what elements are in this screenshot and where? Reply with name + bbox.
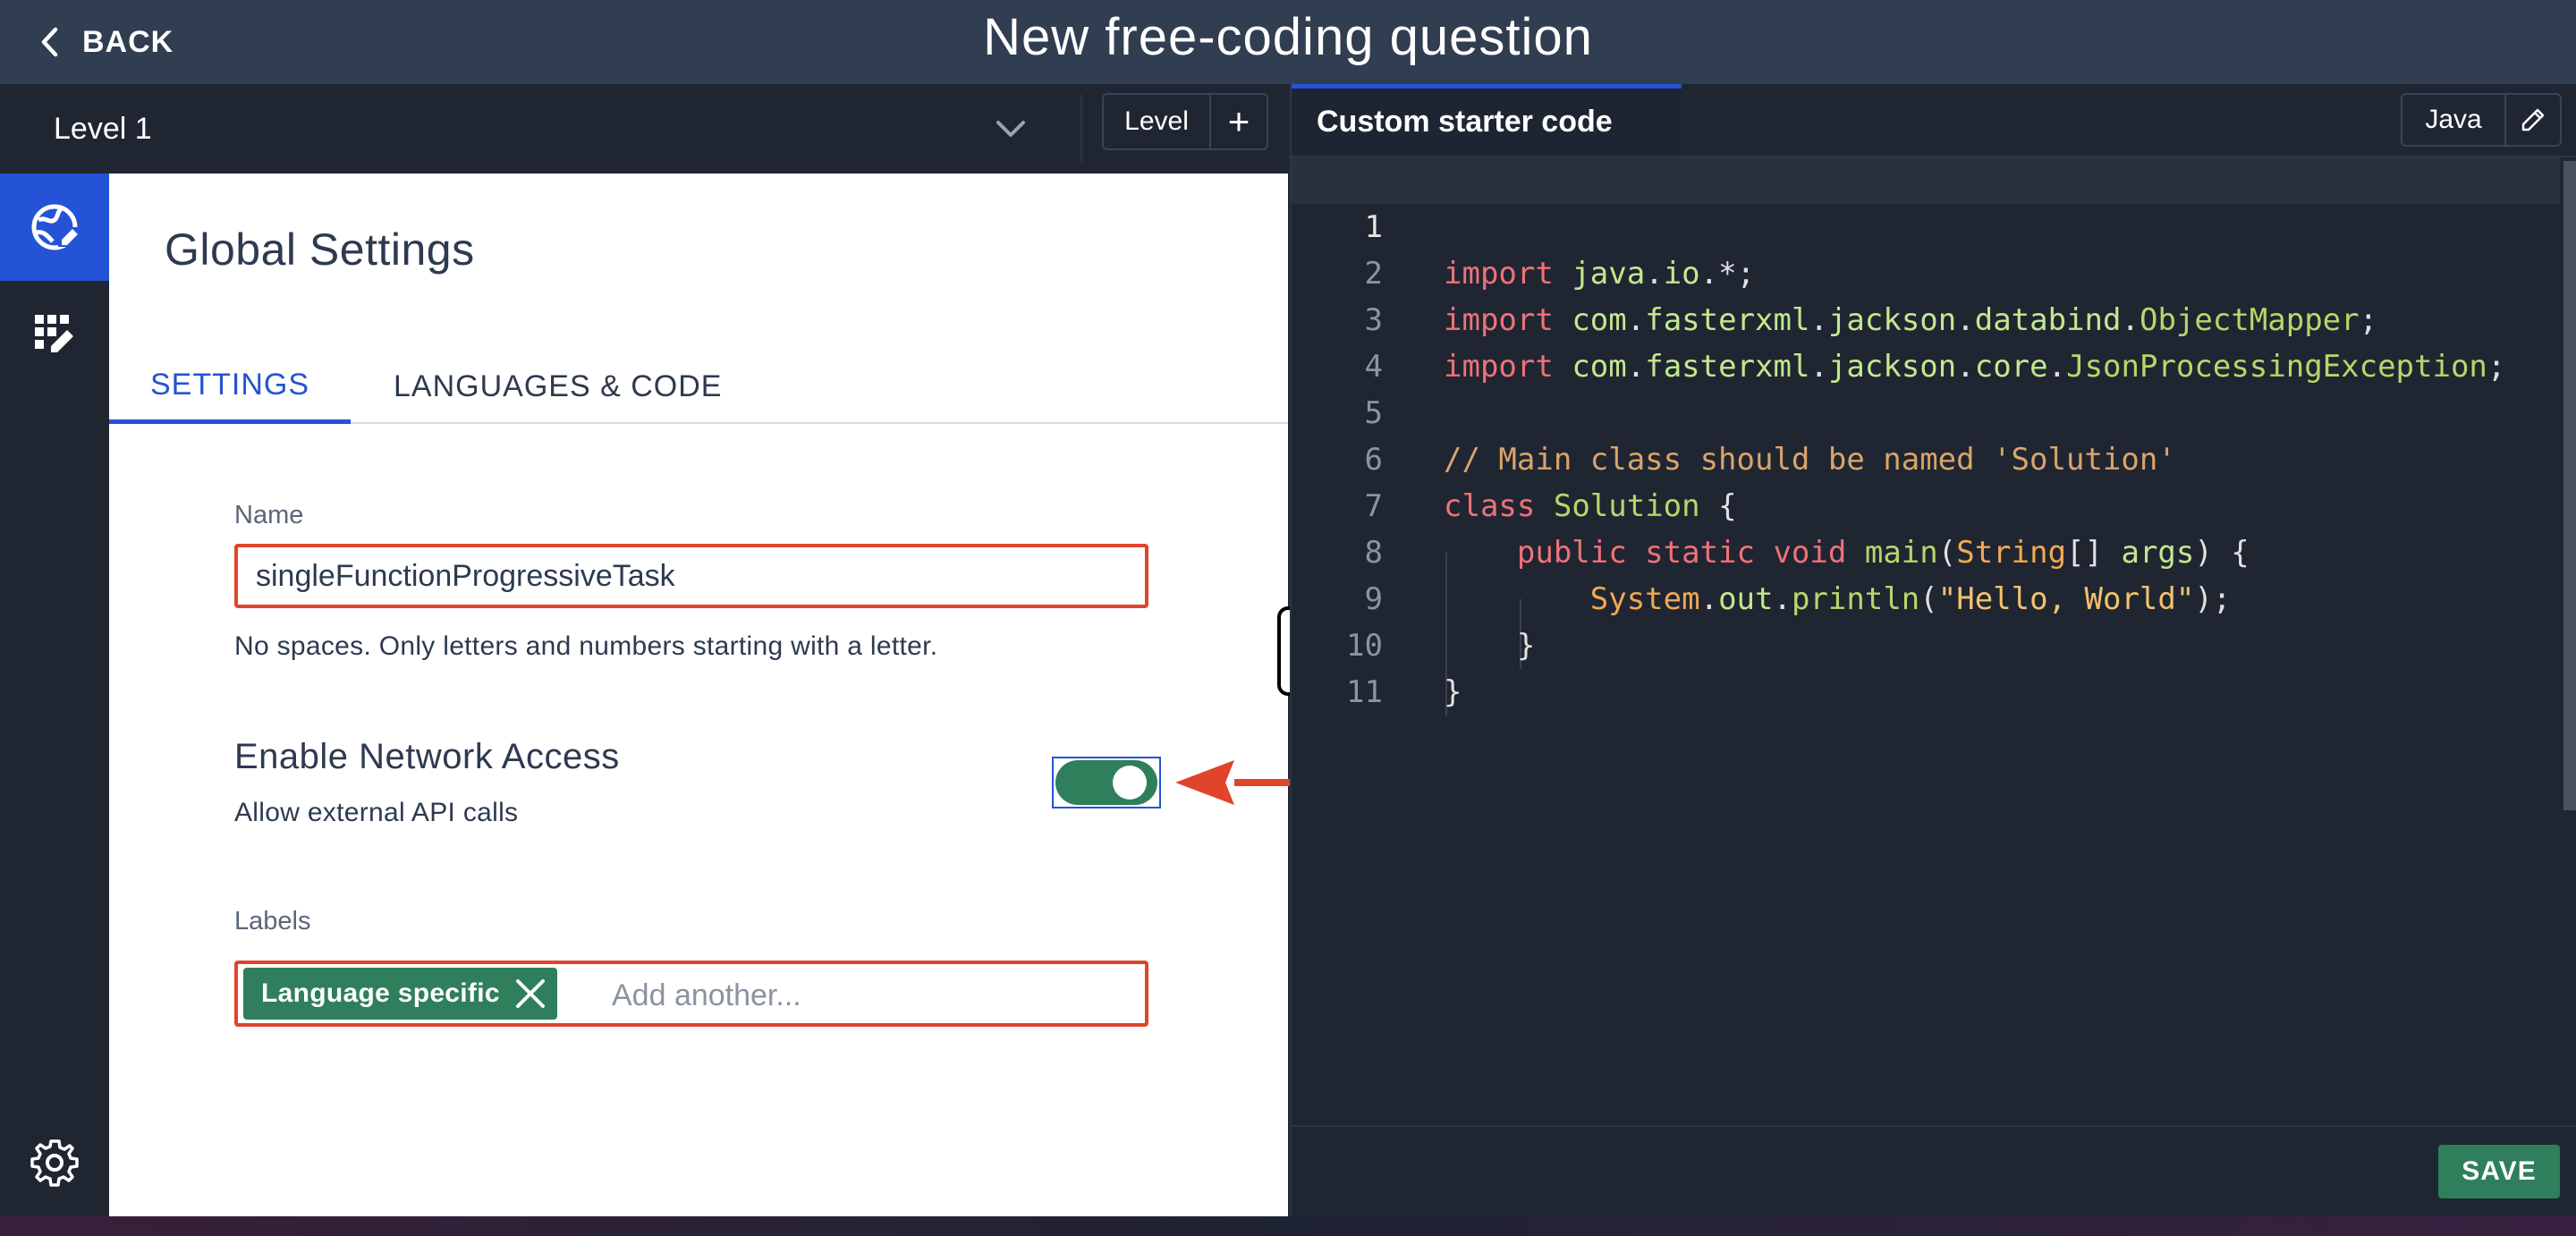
settings-panel: Global Settings SETTINGS LANGUAGES & COD… [109, 174, 1394, 1216]
toggle-track [1055, 760, 1157, 805]
code-line: 9 } [1292, 529, 2560, 664]
code-editor-panel: Custom starter code Java 1 import java.i… [1290, 84, 2576, 1216]
code-line: 11 [1292, 622, 2560, 710]
code-line: 10 } [1292, 576, 2560, 710]
level-header: Level 1 Level + [0, 84, 1288, 174]
code-area[interactable]: 1 import java.io.*; 2 import com.fasterx… [1292, 157, 2560, 1123]
pencil-icon [2521, 108, 2545, 131]
code-line: 1 import java.io.*; [1292, 157, 2560, 292]
name-helper-text: No spaces. Only letters and numbers star… [234, 631, 938, 661]
rail-item-grid-edit[interactable] [0, 281, 109, 388]
app-window: BACK New free-coding question Level 1 Le… [0, 0, 2576, 1216]
network-access-subtitle: Allow external API calls [234, 798, 519, 827]
name-input[interactable] [234, 544, 1148, 608]
panel-title: Global Settings [165, 224, 475, 275]
level-select-value: Level 1 [54, 111, 152, 146]
edit-language-button[interactable] [2506, 95, 2560, 145]
label-chip-text: Language specific [261, 978, 500, 1008]
editor-footer: SAVE [1292, 1125, 2576, 1216]
name-label: Name [234, 501, 304, 529]
labels-label: Labels [234, 907, 311, 935]
rail-item-global-settings[interactable] [0, 174, 109, 281]
icon-rail [0, 174, 109, 1216]
line-number: 11 [1346, 674, 1383, 710]
add-level-button[interactable]: + [1211, 95, 1267, 148]
editor-scrollbar[interactable] [2563, 161, 2576, 810]
labels-field: Language specific [234, 961, 1148, 1027]
code-line: 2 import com.fasterxml.jackson.databind.… [1292, 204, 2560, 338]
rail-item-settings[interactable] [0, 1109, 109, 1216]
label-chip: Language specific [243, 968, 557, 1020]
language-select[interactable]: Java [2402, 95, 2506, 145]
grid-edit-icon [35, 315, 73, 352]
tab-languages-code[interactable]: LANGUAGES & CODE [394, 351, 722, 422]
page-title: New free-coding question [983, 8, 1593, 66]
language-button-group: Java [2401, 93, 2562, 147]
labels-input[interactable] [610, 968, 1132, 1023]
code-line: 3 import com.fasterxml.jackson.core.Json… [1292, 250, 2560, 385]
tab-settings[interactable]: SETTINGS [109, 351, 352, 424]
network-access-toggle[interactable] [1052, 757, 1161, 808]
top-bar: BACK New free-coding question [0, 0, 2576, 84]
settings-tabs: SETTINGS LANGUAGES & CODE [109, 351, 1288, 424]
code-line: 8 System.out.println("Hello, World"); [1292, 483, 2560, 617]
header-divider [1080, 95, 1082, 163]
close-icon[interactable] [513, 976, 548, 1012]
save-button[interactable]: SAVE [2438, 1145, 2560, 1198]
code-line: 7 public static void main(String[] args)… [1292, 436, 2560, 571]
editor-tab-bar: Custom starter code Java [1292, 84, 2576, 157]
level-button[interactable]: Level [1104, 95, 1211, 148]
code-line: 5 // Main class should be named 'Solutio… [1292, 343, 2560, 478]
level-select[interactable]: Level 1 [0, 84, 1079, 174]
gear-icon [30, 1139, 79, 1187]
chevron-down-icon [996, 121, 1025, 137]
network-access-title: Enable Network Access [234, 737, 620, 776]
tab-custom-starter-code[interactable]: Custom starter code [1292, 84, 1682, 156]
code-line: 6 class Solution { [1292, 390, 2560, 524]
global-settings-icon [31, 204, 78, 250]
level-button-group: Level + [1102, 93, 1268, 150]
toggle-knob [1113, 766, 1147, 800]
code-line: 4 [1292, 297, 2560, 385]
